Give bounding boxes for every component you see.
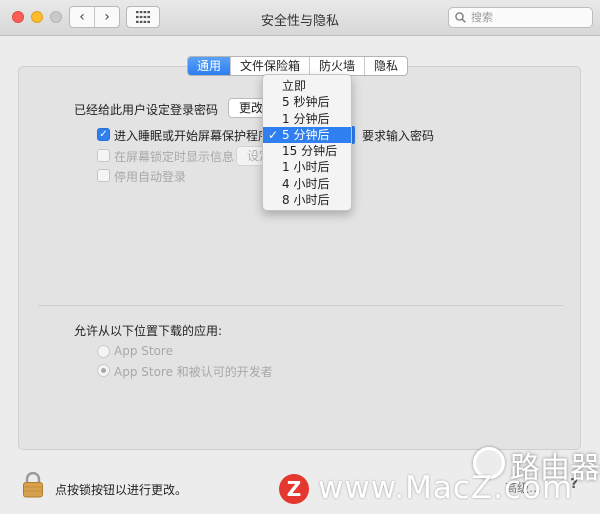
password-set-label: 已经给此用户设定登录密码: [74, 103, 219, 117]
close-window-button[interactable]: [12, 11, 24, 23]
menu-item[interactable]: 5 秒钟后: [263, 94, 351, 110]
watermark-logo: Z: [279, 474, 309, 504]
menu-item[interactable]: 1 小时后: [263, 159, 351, 175]
disable-autologin-checkbox[interactable]: [97, 169, 110, 182]
menu-item-selected[interactable]: ✓ 5 分钟后: [263, 126, 351, 144]
minimize-window-button[interactable]: [31, 11, 43, 23]
show-message-checkbox[interactable]: [97, 149, 110, 162]
chevron-right-icon: ›: [104, 9, 110, 25]
title-bar: ‹ › 安全性与隐私: [0, 0, 600, 36]
checkmark-icon: ✓: [268, 127, 279, 142]
chevron-left-icon: ‹: [79, 9, 85, 25]
search-icon: [455, 12, 466, 23]
search-field[interactable]: [448, 7, 593, 28]
section-divider: [38, 305, 563, 306]
security-privacy-window: ‹ › 安全性与隐私 通用 文件保险箱 防火墙 隐私: [0, 0, 600, 514]
password-delay-menu: 立即 5 秒钟后 1 分钟后 ✓ 5 分钟后 15 分钟后 1 小时后 4 小时后…: [262, 74, 352, 211]
menu-item[interactable]: 立即: [263, 78, 351, 94]
search-input[interactable]: [471, 11, 581, 24]
tab-bar: 通用 文件保险箱 防火墙 隐私: [187, 56, 409, 76]
menu-item[interactable]: 8 小时后: [263, 192, 351, 208]
zoom-window-button[interactable]: [50, 11, 62, 23]
tab-privacy[interactable]: 隐私: [365, 57, 407, 75]
menu-item[interactable]: 4 小时后: [263, 176, 351, 192]
show-all-button[interactable]: [126, 6, 160, 28]
lock-icon[interactable]: [22, 472, 44, 498]
radio-app-store-label: App Store: [114, 344, 173, 358]
grid-icon: [136, 11, 150, 23]
lock-hint-label: 点按锁按钮以进行更改。: [55, 483, 188, 497]
require-password-label: 进入睡眠或开始屏幕保护程序: [114, 129, 271, 143]
back-button[interactable]: ‹: [70, 7, 94, 27]
radio-app-store[interactable]: [97, 345, 110, 358]
tab-general[interactable]: 通用: [188, 57, 232, 75]
menu-item[interactable]: 15 分钟后: [263, 143, 351, 159]
require-password-checkbox[interactable]: ✓: [97, 128, 110, 141]
navigation-buttons: ‹ ›: [69, 6, 120, 28]
disable-autologin-label: 停用自动登录: [114, 170, 187, 184]
require-password-suffix: 要求输入密码: [362, 129, 435, 143]
show-message-label: 在屏幕锁定时显示信息: [114, 150, 235, 164]
radio-app-store-developers[interactable]: [97, 364, 110, 377]
menu-item[interactable]: 1 分钟后: [263, 111, 351, 127]
download-source-label: 允许从以下位置下载的应用:: [74, 324, 223, 338]
menu-item-label: 5 分钟后: [282, 127, 330, 142]
radio-app-store-developers-label: App Store 和被认可的开发者: [114, 365, 273, 379]
window-title: 安全性与隐私: [260, 14, 339, 29]
tab-firewall[interactable]: 防火墙: [310, 57, 366, 75]
forward-button[interactable]: ›: [94, 7, 119, 27]
watermark-text: www.MacZ.com: [318, 470, 574, 506]
tab-filevault[interactable]: 文件保险箱: [231, 57, 311, 75]
